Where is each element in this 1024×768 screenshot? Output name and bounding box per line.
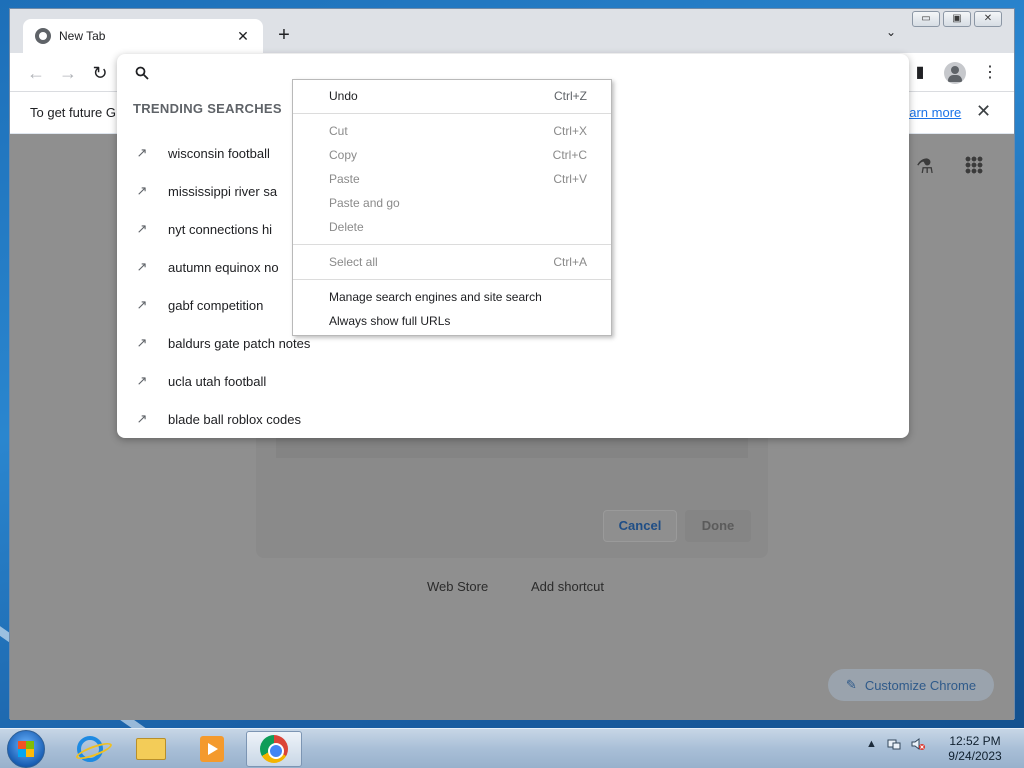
trending-arrow-icon: ↗ (136, 411, 148, 426)
system-tray: ▲ (866, 737, 925, 751)
taskbar-chrome[interactable] (246, 731, 302, 767)
context-menu: Undo Ctrl+Z Cut Ctrl+X Copy Ctrl+C Paste Ctrl+V… (292, 79, 612, 336)
menu-item-label: Undo (329, 89, 358, 103)
window-controls: ▭ ▣ ✕ (912, 11, 1002, 27)
trending-arrow-icon: ↗ (136, 221, 148, 236)
profile-icon[interactable] (944, 62, 966, 84)
clock-time: 12:52 PM (949, 734, 1001, 748)
menu-item-shortcut: Ctrl+V (553, 172, 587, 186)
suggestion-text: blade ball roblox codes (168, 411, 301, 427)
menu-item-label: Select all (329, 255, 378, 269)
cancel-button[interactable]: Cancel (603, 510, 677, 542)
menu-item-label: Cut (329, 124, 348, 138)
file-explorer-icon (136, 738, 166, 760)
internet-explorer-icon (77, 736, 103, 762)
tab-new-tab[interactable]: New Tab ✕ (23, 19, 263, 53)
context-menu-item-paste[interactable]: Paste Ctrl+V (293, 167, 611, 191)
new-tab-button[interactable]: + (272, 23, 296, 47)
taskbar-media-player[interactable] (184, 731, 240, 767)
trending-searches-header: TRENDING SEARCHES (133, 101, 282, 116)
menu-item-label: Paste and go (329, 196, 400, 210)
context-menu-item-delete[interactable]: Delete (293, 215, 611, 239)
suggestion-item[interactable]: ↗ ucla utah football (117, 362, 909, 400)
reload-button[interactable]: ↻ (88, 61, 112, 85)
taskbar-file-explorer[interactable] (123, 731, 179, 767)
tab-title: New Tab (59, 29, 106, 43)
forward-button[interactable]: → (56, 61, 80, 85)
trending-arrow-icon: ↗ (136, 335, 148, 350)
menu-item-label: Paste (329, 172, 360, 186)
close-window-button[interactable]: ✕ (974, 11, 1002, 27)
menu-item-shortcut: Ctrl+X (553, 124, 587, 138)
menu-item-label: Manage search engines and site search (329, 290, 542, 304)
trending-arrow-icon: ↗ (136, 145, 148, 160)
context-menu-item-select-all[interactable]: Select all Ctrl+A (293, 250, 611, 274)
trending-arrow-icon: ↗ (136, 297, 148, 312)
shortcut-web-store[interactable]: Web Store (427, 579, 488, 594)
menu-item-label: Copy (329, 148, 358, 162)
menu-item-shortcut: Ctrl+C (552, 148, 587, 162)
context-menu-item-cut[interactable]: Cut Ctrl+X (293, 119, 611, 143)
network-icon[interactable] (887, 737, 901, 751)
menu-separator (293, 244, 611, 245)
labs-flask-icon[interactable]: ⚗ (916, 154, 934, 179)
tab-search-chevron-icon[interactable]: ⌄ (886, 25, 896, 39)
menu-separator (293, 279, 611, 280)
clock-date: 9/24/2023 (948, 749, 1002, 763)
menu-item-label: Delete (329, 220, 364, 234)
side-panel-icon[interactable]: ▮ (908, 61, 932, 85)
infobar-close-icon[interactable]: ✕ (976, 101, 991, 122)
taskbar: ▲ 12:52 PM 9/24/2023 (0, 728, 1024, 768)
edit-shortcut-dialog: Cancel Done (256, 434, 768, 558)
customize-chrome-label: Customize Chrome (864, 677, 977, 693)
menu-item-shortcut: Ctrl+Z (554, 89, 587, 103)
back-button[interactable]: ← (24, 61, 48, 85)
menu-item-shortcut: Ctrl+A (553, 255, 587, 269)
suggestion-text: ucla utah football (168, 373, 267, 389)
shortcut-add-shortcut[interactable]: Add shortcut (531, 579, 604, 594)
chrome-window: New Tab ✕ + ⌄ ▭ ▣ ✕ ← → ↻ ▮ ⋮ To get fut… (9, 8, 1015, 720)
context-menu-item-always-show-full-urls[interactable]: Always show full URLs (293, 309, 611, 333)
pencil-icon: ✎ (845, 677, 857, 692)
suggestion-text: gabf competition (168, 297, 264, 313)
toolbar-right-icons: ▮ ⋮ (908, 61, 1002, 85)
context-menu-item-manage-search-engines-and-site-search[interactable]: Manage search engines and site search (293, 285, 611, 309)
show-hidden-icons-arrow-icon[interactable]: ▲ (866, 738, 877, 750)
menu-item-label: Always show full URLs (329, 314, 451, 328)
suggestion-text: wisconsin football (168, 145, 270, 161)
learn-more-link[interactable]: earn more (902, 105, 961, 120)
context-menu-item-paste-and-go[interactable]: Paste and go (293, 191, 611, 215)
context-menu-item-copy[interactable]: Copy Ctrl+C (293, 143, 611, 167)
suggestion-item[interactable]: ↗ blade ball roblox codes (117, 400, 909, 438)
menu-kebab-icon[interactable]: ⋮ (978, 61, 1002, 85)
apps-grid-icon[interactable] (965, 156, 983, 174)
suggestion-text: autumn equinox no (168, 259, 279, 275)
suggestion-text: nyt connections hi (168, 221, 273, 237)
taskbar-internet-explorer[interactable] (62, 731, 118, 767)
chrome-favicon-icon (35, 28, 51, 44)
system-clock[interactable]: 12:52 PM 9/24/2023 (940, 734, 1010, 764)
done-button[interactable]: Done (685, 510, 751, 542)
suggestion-text: baldurs gate patch notes (168, 335, 311, 351)
volume-muted-icon[interactable] (911, 737, 925, 751)
trending-arrow-icon: ↗ (136, 183, 148, 198)
minimize-button[interactable]: ▭ (912, 11, 940, 27)
menu-separator (293, 113, 611, 114)
chrome-icon (260, 735, 288, 763)
tab-close-icon[interactable]: ✕ (235, 28, 251, 45)
infobar-message: To get future G (30, 105, 116, 120)
customize-chrome-button[interactable]: ✎ Customize Chrome (828, 669, 994, 701)
tab-strip: New Tab ✕ + ⌄ ▭ ▣ ✕ (10, 9, 1014, 53)
suggestion-text: mississippi river sa (168, 183, 278, 199)
context-menu-item-undo[interactable]: Undo Ctrl+Z (293, 84, 611, 108)
trending-arrow-icon: ↗ (136, 259, 148, 274)
start-button[interactable] (7, 730, 45, 768)
trending-arrow-icon: ↗ (136, 373, 148, 388)
media-player-icon (200, 736, 224, 762)
search-icon (135, 66, 149, 83)
maximize-button[interactable]: ▣ (943, 11, 971, 27)
